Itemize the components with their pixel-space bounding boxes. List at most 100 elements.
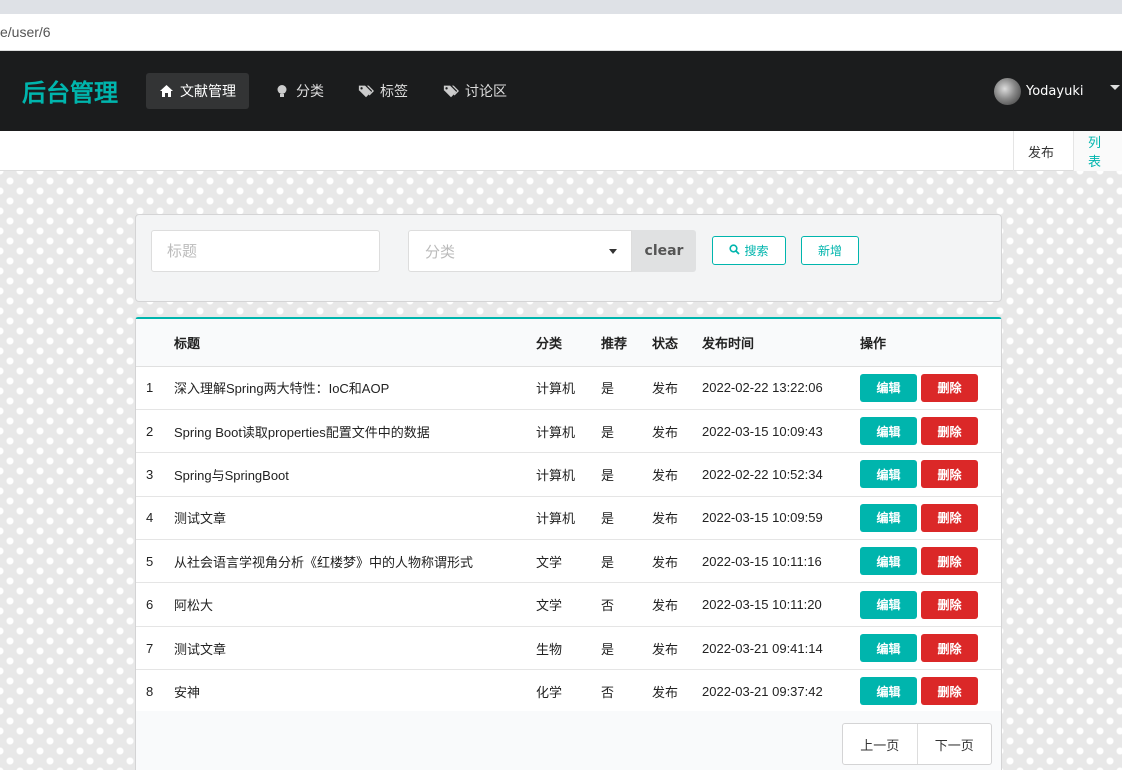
nav-item-label: 文献管理 <box>180 84 236 100</box>
header-recommend: 推荐 <box>601 319 652 367</box>
row-category: 计算机 <box>536 409 601 454</box>
row-actions: 编辑 删除 <box>860 366 1001 410</box>
title-search-input[interactable] <box>151 230 380 272</box>
row-actions: 编辑 删除 <box>860 496 1001 541</box>
row-recommend: 是 <box>601 539 652 584</box>
row-title: 测试文章 <box>174 626 536 671</box>
user-name: Yodayuki <box>1026 83 1084 99</box>
row-time: 2022-03-21 09:37:42 <box>702 669 860 714</box>
row-recommend: 是 <box>601 366 652 410</box>
row-title: Spring与SpringBoot <box>174 452 536 497</box>
row-time: 2022-03-15 10:09:59 <box>702 496 860 541</box>
row-actions: 编辑 删除 <box>860 539 1001 584</box>
delete-button[interactable]: 删除 <box>921 634 978 663</box>
tab-publish[interactable]: 发布 <box>1013 131 1068 171</box>
header-title: 标题 <box>174 319 536 367</box>
row-index: 3 <box>136 452 174 497</box>
table-row: 6 阿松大 文学 否 发布 2022-03-15 10:11:20 编辑 删除 <box>136 582 1001 627</box>
nav-item-label: 标签 <box>380 84 408 100</box>
category-select[interactable]: 分类 <box>408 230 632 272</box>
row-title: 阿松大 <box>174 582 536 627</box>
row-status: 发布 <box>652 452 702 497</box>
row-time: 2022-02-22 13:22:06 <box>702 366 860 410</box>
row-status: 发布 <box>652 409 702 454</box>
header-category: 分类 <box>536 319 601 367</box>
row-category: 计算机 <box>536 366 601 410</box>
row-title: 安神 <box>174 669 536 714</box>
row-time: 2022-03-15 10:09:43 <box>702 409 860 454</box>
delete-button[interactable]: 删除 <box>921 460 978 489</box>
nav-item-label: 分类 <box>296 84 324 100</box>
row-actions: 编辑 删除 <box>860 669 1001 714</box>
row-status: 发布 <box>652 582 702 627</box>
prev-page-button[interactable]: 上一页 <box>843 724 917 764</box>
row-index: 4 <box>136 496 174 541</box>
dropdown-caret-icon <box>609 249 617 254</box>
delete-button[interactable]: 删除 <box>921 590 978 619</box>
edit-button[interactable]: 编辑 <box>860 634 917 663</box>
pagination: 上一页 下一页 <box>842 723 992 765</box>
search-panel: 分类 clear 搜索 新增 <box>135 214 1002 302</box>
row-index: 8 <box>136 669 174 714</box>
tags-icon <box>358 83 374 99</box>
row-index: 1 <box>136 366 174 410</box>
row-status: 发布 <box>652 669 702 714</box>
home-icon <box>158 83 174 99</box>
address-bar[interactable]: e/user/6 <box>0 14 1122 51</box>
articles-table: 标题 分类 推荐 状态 发布时间 操作 1 深入理解Spring两大特性：IoC… <box>135 317 1002 770</box>
tab-list[interactable]: 列表 <box>1073 131 1122 171</box>
row-title: Spring Boot读取properties配置文件中的数据 <box>174 409 536 454</box>
nav-item-tags[interactable]: 标签 <box>346 73 420 109</box>
edit-button[interactable]: 编辑 <box>860 460 917 489</box>
delete-button[interactable]: 删除 <box>921 677 978 706</box>
delete-button[interactable]: 删除 <box>921 417 978 446</box>
nav-item-categories[interactable]: 分类 <box>262 73 336 109</box>
delete-button[interactable]: 删除 <box>921 547 978 576</box>
table-row: 1 深入理解Spring两大特性：IoC和AOP 计算机 是 发布 2022-0… <box>136 366 1001 410</box>
table-row: 7 测试文章 生物 是 发布 2022-03-21 09:41:14 编辑 删除 <box>136 626 1001 671</box>
row-recommend: 否 <box>601 669 652 714</box>
edit-button[interactable]: 编辑 <box>860 547 917 576</box>
nav-item-documents[interactable]: 文献管理 <box>146 73 249 109</box>
row-status: 发布 <box>652 366 702 410</box>
browser-tab-strip <box>0 0 1122 14</box>
row-actions: 编辑 删除 <box>860 409 1001 454</box>
row-actions: 编辑 删除 <box>860 626 1001 671</box>
edit-button[interactable]: 编辑 <box>860 373 917 402</box>
row-index: 7 <box>136 626 174 671</box>
tags-icon <box>443 83 459 99</box>
row-index: 6 <box>136 582 174 627</box>
table-header-row: 标题 分类 推荐 状态 发布时间 操作 <box>136 319 1001 367</box>
clear-button[interactable]: clear <box>632 230 696 272</box>
delete-button[interactable]: 删除 <box>921 373 978 402</box>
search-button-label: 搜索 <box>744 244 769 258</box>
search-button[interactable]: 搜索 <box>712 236 786 265</box>
row-category: 化学 <box>536 669 601 714</box>
row-index: 2 <box>136 409 174 454</box>
delete-button[interactable]: 删除 <box>921 503 978 532</box>
row-index: 5 <box>136 539 174 584</box>
url-text: e/user/6 <box>0 24 51 40</box>
row-category: 计算机 <box>536 452 601 497</box>
brand-logo[interactable]: 后台管理 <box>22 73 118 108</box>
chevron-down-icon[interactable] <box>1110 85 1120 90</box>
lightbulb-icon <box>274 83 290 99</box>
row-time: 2022-02-22 10:52:34 <box>702 452 860 497</box>
next-page-button[interactable]: 下一页 <box>916 724 992 764</box>
row-recommend: 否 <box>601 582 652 627</box>
header-time: 发布时间 <box>702 319 860 367</box>
add-button[interactable]: 新增 <box>801 236 859 265</box>
edit-button[interactable]: 编辑 <box>860 590 917 619</box>
row-time: 2022-03-15 10:11:16 <box>702 539 860 584</box>
header-index <box>136 319 174 367</box>
edit-button[interactable]: 编辑 <box>860 677 917 706</box>
edit-button[interactable]: 编辑 <box>860 417 917 446</box>
nav-item-discussion[interactable]: 讨论区 <box>431 73 519 109</box>
top-navbar: 后台管理 文献管理 分类 标签 讨论区 Yodayuki <box>0 51 1122 131</box>
user-menu[interactable]: Yodayuki <box>994 76 1083 106</box>
row-category: 文学 <box>536 582 601 627</box>
row-status: 发布 <box>652 496 702 541</box>
row-recommend: 是 <box>601 496 652 541</box>
edit-button[interactable]: 编辑 <box>860 503 917 532</box>
row-title: 从社会语言学视角分析《红楼梦》中的人物称谓形式 <box>174 539 536 584</box>
